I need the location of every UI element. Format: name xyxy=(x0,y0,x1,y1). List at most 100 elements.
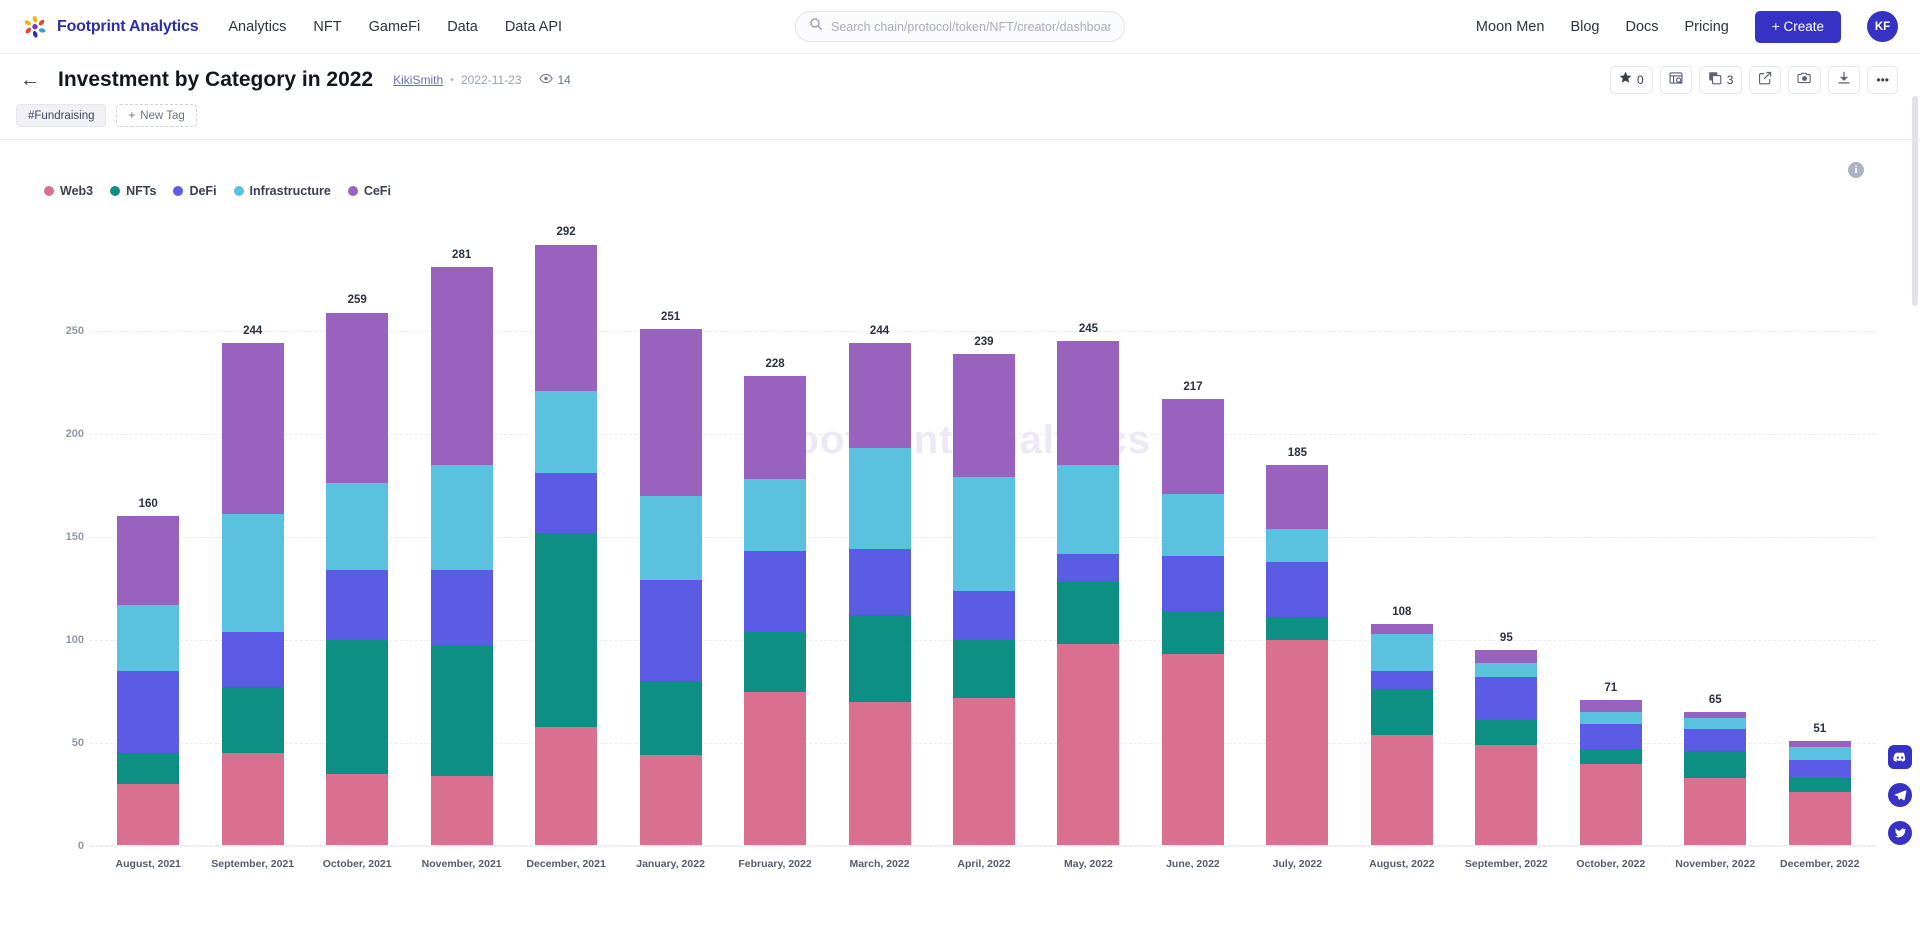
bar-segment-web3[interactable] xyxy=(1475,745,1538,846)
add-new-tag-button[interactable]: + New Tag xyxy=(116,104,197,127)
bar-segment-nfts[interactable] xyxy=(952,640,1015,698)
bar-segment-defi[interactable] xyxy=(1684,728,1747,752)
bar-segment-defi[interactable] xyxy=(1057,553,1120,583)
bar-segment-nfts[interactable] xyxy=(848,615,911,702)
bar-segment-cefi[interactable] xyxy=(744,376,807,480)
bar-column[interactable]: 244 xyxy=(200,206,304,846)
bar-segment-cefi[interactable] xyxy=(1579,699,1642,713)
brand-logo[interactable]: Footprint Analytics xyxy=(22,14,199,40)
bar-segment-infrastructure[interactable] xyxy=(1161,493,1224,556)
nav-item-analytics[interactable]: Analytics xyxy=(228,19,286,35)
nav-item-nft[interactable]: NFT xyxy=(313,19,341,35)
bar-segment-defi[interactable] xyxy=(117,670,180,754)
bar-column[interactable]: 185 xyxy=(1245,206,1349,846)
back-arrow-icon[interactable]: ← xyxy=(16,70,44,90)
screenshot-button[interactable] xyxy=(1788,66,1822,94)
bar-column[interactable]: 281 xyxy=(409,206,513,846)
query-table-button[interactable] xyxy=(1659,66,1692,94)
bar-segment-cefi[interactable] xyxy=(1057,341,1120,465)
avatar[interactable]: KF xyxy=(1867,11,1898,42)
bar-segment-infrastructure[interactable] xyxy=(326,483,389,570)
bar-segment-cefi[interactable] xyxy=(1370,623,1433,634)
author-link[interactable]: KikiSmith xyxy=(393,73,443,87)
bar-segment-web3[interactable] xyxy=(1788,792,1851,846)
bar-segment-cefi[interactable] xyxy=(1161,399,1224,494)
info-icon[interactable]: i xyxy=(1848,162,1864,178)
telegram-icon[interactable] xyxy=(1888,783,1912,807)
bar-segment-nfts[interactable] xyxy=(1684,751,1747,779)
bar-segment-nfts[interactable] xyxy=(326,640,389,774)
bar-segment-nfts[interactable] xyxy=(1788,778,1851,793)
bar-segment-defi[interactable] xyxy=(952,590,1015,641)
bar-segment-infrastructure[interactable] xyxy=(1057,464,1120,554)
nav-item-data-api[interactable]: Data API xyxy=(505,19,562,35)
star-button[interactable]: 0 xyxy=(1610,66,1653,94)
nav-item-docs[interactable]: Docs xyxy=(1625,19,1658,35)
nav-item-moon-men[interactable]: Moon Men xyxy=(1476,19,1545,35)
nav-item-pricing[interactable]: Pricing xyxy=(1685,19,1729,35)
legend-item-web3[interactable]: Web3 xyxy=(44,184,93,198)
bar-column[interactable]: 251 xyxy=(618,206,722,846)
bar-segment-web3[interactable] xyxy=(1161,654,1224,846)
nav-item-data[interactable]: Data xyxy=(447,19,478,35)
bar-column[interactable]: 228 xyxy=(723,206,827,846)
legend-item-cefi[interactable]: CeFi xyxy=(347,184,391,198)
bar-segment-defi[interactable] xyxy=(1266,561,1329,618)
bar-segment-nfts[interactable] xyxy=(430,646,493,776)
bar-column[interactable]: 51 xyxy=(1768,206,1872,846)
download-button[interactable] xyxy=(1828,66,1861,94)
scrollbar-thumb[interactable] xyxy=(1912,96,1918,306)
legend-item-infrastructure[interactable]: Infrastructure xyxy=(233,184,331,198)
nav-item-gamefi[interactable]: GameFi xyxy=(369,19,421,35)
bar-segment-infrastructure[interactable] xyxy=(1370,633,1433,671)
bar-segment-cefi[interactable] xyxy=(1475,650,1538,663)
bar-segment-web3[interactable] xyxy=(117,784,180,846)
bar-segment-web3[interactable] xyxy=(744,691,807,846)
bar-column[interactable]: 217 xyxy=(1141,206,1245,846)
bar-segment-nfts[interactable] xyxy=(535,532,598,727)
twitter-icon[interactable] xyxy=(1888,821,1912,845)
bar-segment-infrastructure[interactable] xyxy=(952,477,1015,591)
bar-column[interactable]: 65 xyxy=(1663,206,1767,846)
bar-column[interactable]: 108 xyxy=(1350,206,1454,846)
bar-segment-infrastructure[interactable] xyxy=(1266,528,1329,562)
bar-segment-cefi[interactable] xyxy=(535,244,598,391)
bar-column[interactable]: 245 xyxy=(1036,206,1140,846)
bar-segment-nfts[interactable] xyxy=(1266,617,1329,640)
bar-segment-infrastructure[interactable] xyxy=(1788,747,1851,760)
tag-fundraising[interactable]: #Fundraising xyxy=(16,104,107,127)
bar-segment-defi[interactable] xyxy=(430,569,493,647)
bar-segment-nfts[interactable] xyxy=(1579,749,1642,764)
bar-segment-defi[interactable] xyxy=(1370,670,1433,690)
bar-segment-cefi[interactable] xyxy=(848,343,911,449)
bar-segment-infrastructure[interactable] xyxy=(744,479,807,552)
bar-segment-cefi[interactable] xyxy=(1266,464,1329,529)
bar-segment-web3[interactable] xyxy=(1057,644,1120,846)
bar-segment-nfts[interactable] xyxy=(1161,611,1224,655)
bar-segment-cefi[interactable] xyxy=(221,343,284,515)
bar-segment-web3[interactable] xyxy=(1370,734,1433,846)
bar-segment-defi[interactable] xyxy=(1475,677,1538,721)
bar-segment-cefi[interactable] xyxy=(430,267,493,465)
bar-segment-infrastructure[interactable] xyxy=(535,390,598,474)
bar-segment-defi[interactable] xyxy=(744,551,807,632)
bar-segment-defi[interactable] xyxy=(1161,555,1224,612)
bar-column[interactable]: 292 xyxy=(514,206,618,846)
bar-segment-defi[interactable] xyxy=(1579,724,1642,750)
bar-segment-infrastructure[interactable] xyxy=(117,605,180,671)
bar-segment-infrastructure[interactable] xyxy=(221,514,284,632)
bar-segment-web3[interactable] xyxy=(430,775,493,846)
bar-segment-nfts[interactable] xyxy=(1370,689,1433,735)
bar-column[interactable]: 95 xyxy=(1454,206,1558,846)
bar-segment-web3[interactable] xyxy=(1579,763,1642,846)
bar-column[interactable]: 71 xyxy=(1559,206,1663,846)
search-input[interactable] xyxy=(831,19,1111,34)
bar-segment-infrastructure[interactable] xyxy=(639,495,702,581)
bar-segment-defi[interactable] xyxy=(326,569,389,641)
bar-segment-infrastructure[interactable] xyxy=(430,464,493,570)
bar-segment-web3[interactable] xyxy=(535,726,598,846)
bar-segment-defi[interactable] xyxy=(535,473,598,533)
copies-button[interactable]: 3 xyxy=(1698,66,1743,94)
bar-segment-nfts[interactable] xyxy=(1057,582,1120,645)
bar-segment-cefi[interactable] xyxy=(326,312,389,484)
